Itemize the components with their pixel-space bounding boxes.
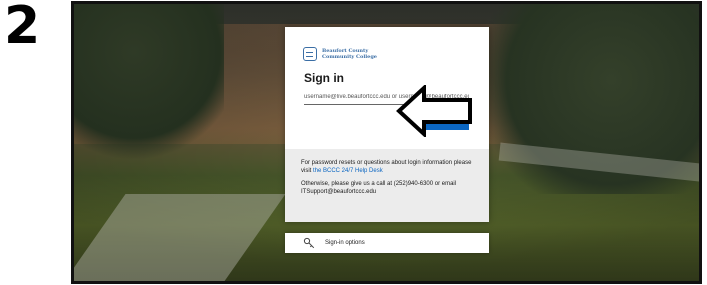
- signin-options-label: Sign-in options: [325, 240, 365, 246]
- background-trees-left: [74, 4, 224, 164]
- key-icon: [303, 237, 315, 249]
- college-logo-icon: [303, 47, 317, 61]
- pointer-arrow-icon: [396, 85, 472, 137]
- page-title: Sign in: [304, 71, 344, 85]
- help-text-reset: For password resets or questions about l…: [301, 159, 474, 175]
- logo-line-2: Community College: [322, 54, 377, 60]
- help-text-contact: Otherwise, please give us a call at (252…: [301, 181, 457, 195]
- college-logo-text: Beaufort County Community College: [322, 48, 377, 60]
- background-walkway: [74, 194, 286, 281]
- help-desk-link[interactable]: the BCCC 24/7 Help Desk: [313, 168, 383, 174]
- college-logo: Beaufort County Community College: [303, 47, 377, 61]
- step-number: 2: [4, 0, 40, 56]
- help-section: For password resets or questions about l…: [285, 149, 489, 222]
- screenshot-frame: Beaufort County Community College Sign i…: [71, 1, 702, 284]
- signin-options-button[interactable]: Sign-in options: [285, 233, 489, 253]
